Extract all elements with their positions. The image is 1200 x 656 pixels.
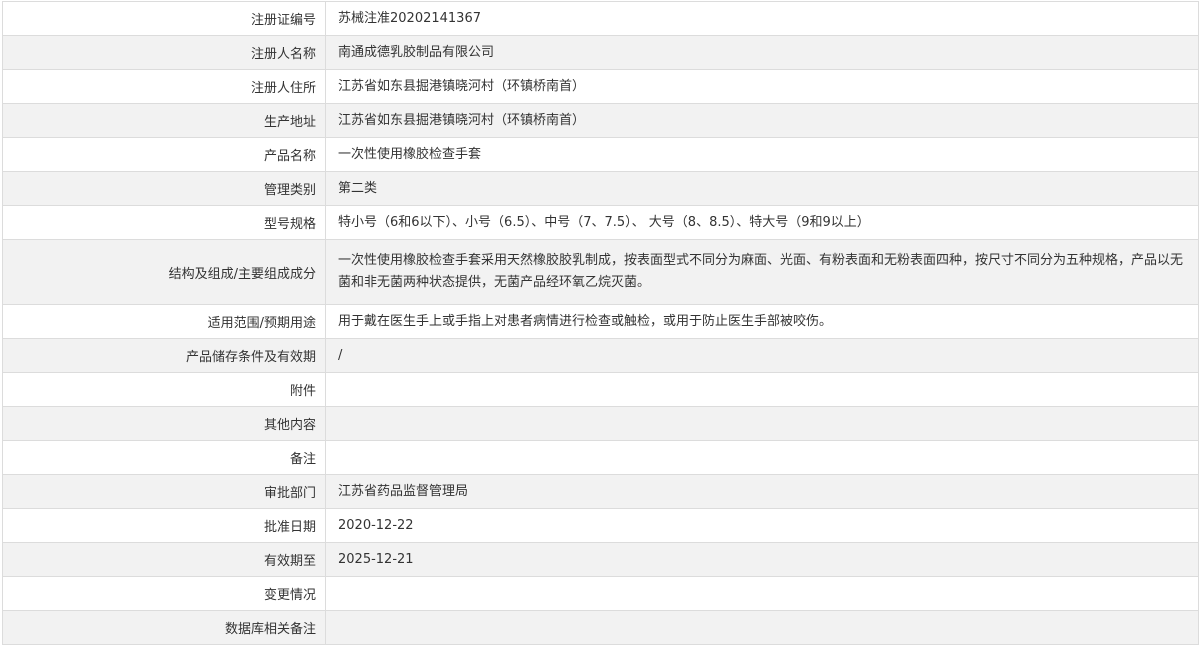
row-label: 有效期至 xyxy=(3,543,326,576)
table-row-change-history: 变更情况 xyxy=(3,577,1198,611)
row-value: 南通成德乳胶制品有限公司 xyxy=(338,44,495,60)
table-row-model-specification: 型号规格 特小号（6和6以下）、小号（6.5）、中号（7、7.5）、 大号（8、… xyxy=(3,206,1198,240)
table-row-attachments: 附件 xyxy=(3,373,1198,407)
row-label: 备注 xyxy=(3,441,326,474)
table-row-management-category: 管理类别 第二类 xyxy=(3,172,1198,206)
row-label: 生产地址 xyxy=(3,104,326,137)
table-row-registrant-address: 注册人住所 江苏省如东县掘港镇晓河村（环镇桥南首） xyxy=(3,70,1198,104)
row-value xyxy=(326,441,1198,474)
row-label: 注册证编号 xyxy=(3,2,326,35)
row-label: 附件 xyxy=(3,373,326,406)
table-row-other-content: 其他内容 xyxy=(3,407,1198,441)
row-value xyxy=(326,577,1198,610)
table-row-registrant-name: 注册人名称 南通成德乳胶制品有限公司 xyxy=(3,36,1198,70)
table-row-approval-department: 审批部门 江苏省药品监督管理局 xyxy=(3,475,1198,509)
row-value: 江苏省如东县掘港镇晓河村（环镇桥南首） xyxy=(338,112,586,128)
row-label: 管理类别 xyxy=(3,172,326,205)
row-label: 产品储存条件及有效期 xyxy=(3,339,326,372)
row-label: 审批部门 xyxy=(3,475,326,508)
row-value: 苏械注准20202141367 xyxy=(338,10,481,26)
table-row-structure-composition: 结构及组成/主要组成成分 一次性使用橡胶检查手套采用天然橡胶胶乳制成，按表面型式… xyxy=(3,240,1198,305)
row-label: 注册人名称 xyxy=(3,36,326,69)
table-row-product-name: 产品名称 一次性使用橡胶检查手套 xyxy=(3,138,1198,172)
table-row-production-address: 生产地址 江苏省如东县掘港镇晓河村（环镇桥南首） xyxy=(3,104,1198,138)
table-row-remarks: 备注 xyxy=(3,441,1198,475)
row-value: 一次性使用橡胶检查手套 xyxy=(338,146,482,162)
table-row-registration-number: 注册证编号 苏械注准20202141367 xyxy=(3,2,1198,36)
row-label: 其他内容 xyxy=(3,407,326,440)
table-row-storage-conditions: 产品储存条件及有效期 / xyxy=(3,339,1198,373)
table-row-approval-date: 批准日期 2020-12-22 xyxy=(3,509,1198,543)
row-label: 数据库相关备注 xyxy=(3,611,326,644)
row-value: 江苏省药品监督管理局 xyxy=(338,483,469,499)
row-label: 注册人住所 xyxy=(3,70,326,103)
row-value-text: 一次性使用橡胶检查手套采用天然橡胶胶乳制成，按表面型式不同分为麻面、光面、有粉表… xyxy=(338,253,1184,290)
row-label: 产品名称 xyxy=(3,138,326,171)
row-value xyxy=(326,407,1198,440)
row-value xyxy=(326,611,1198,644)
row-label: 适用范围/预期用途 xyxy=(3,305,326,338)
row-value: 2025-12-21 xyxy=(338,551,414,567)
row-label: 结构及组成/主要组成成分 xyxy=(3,240,326,304)
row-value: 特小号（6和6以下）、小号（6.5）、中号（7、7.5）、 大号（8、8.5）、… xyxy=(338,214,870,230)
table-row-valid-until: 有效期至 2025-12-21 xyxy=(3,543,1198,577)
row-value: 2020-12-22 xyxy=(338,517,414,533)
table-row-database-notes: 数据库相关备注 xyxy=(3,611,1198,645)
row-label: 变更情况 xyxy=(3,577,326,610)
row-value: 一次性使用橡胶检查手套采用天然橡胶胶乳制成，按表面型式不同分为麻面、光面、有粉表… xyxy=(326,240,1198,304)
row-label: 型号规格 xyxy=(3,206,326,239)
row-label: 批准日期 xyxy=(3,509,326,542)
row-value: 第二类 xyxy=(338,180,378,196)
registration-record-table: 注册证编号 苏械注准20202141367 注册人名称 南通成德乳胶制品有限公司… xyxy=(2,1,1199,645)
row-value: / xyxy=(338,347,343,363)
row-value: 用于戴在医生手上或手指上对患者病情进行检查或触检，或用于防止医生手部被咬伤。 xyxy=(338,313,833,329)
row-value xyxy=(326,373,1198,406)
row-value: 江苏省如东县掘港镇晓河村（环镇桥南首） xyxy=(338,78,586,94)
table-row-intended-use: 适用范围/预期用途 用于戴在医生手上或手指上对患者病情进行检查或触检，或用于防止… xyxy=(3,305,1198,339)
